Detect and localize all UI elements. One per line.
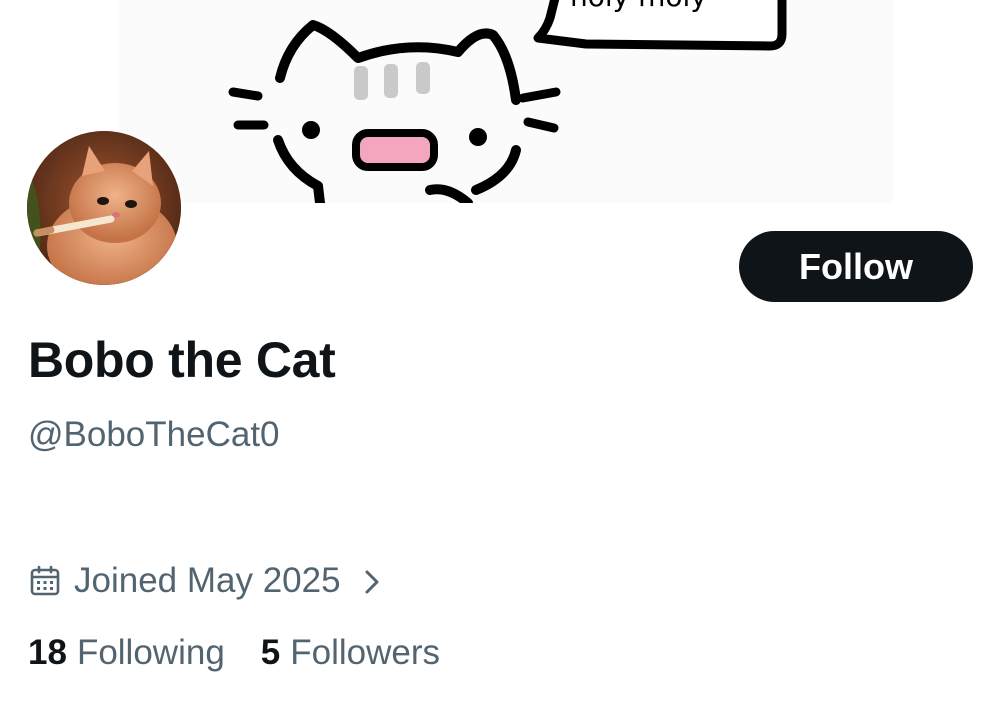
follow-button[interactable]: Follow — [739, 231, 973, 302]
followers-link[interactable]: 5 Followers — [261, 633, 440, 673]
followers-count: 5 — [260, 633, 281, 672]
following-link[interactable]: 18 Following — [28, 633, 225, 673]
follow-stats: 18 Following 5 Followers — [28, 630, 440, 676]
avatar[interactable] — [27, 131, 181, 285]
calendar-icon — [28, 564, 62, 598]
display-name: Bobo the Cat — [28, 332, 336, 388]
following-count: 18 — [28, 633, 67, 672]
joined-date-text: Joined May 2025 — [74, 561, 341, 600]
followers-label: Followers — [290, 633, 441, 672]
banner-cat-drawing: holy moly — [228, 0, 787, 203]
handle: @BoboTheCat0 — [28, 415, 280, 454]
chevron-right-icon — [361, 566, 383, 596]
joined-date-row[interactable]: Joined May 2025 — [28, 558, 383, 604]
banner-speech-text: holy moly — [570, 0, 707, 13]
avatar-cat-photo — [27, 131, 181, 285]
following-label: Following — [76, 633, 225, 672]
profile-banner[interactable]: holy moly — [118, 0, 893, 203]
